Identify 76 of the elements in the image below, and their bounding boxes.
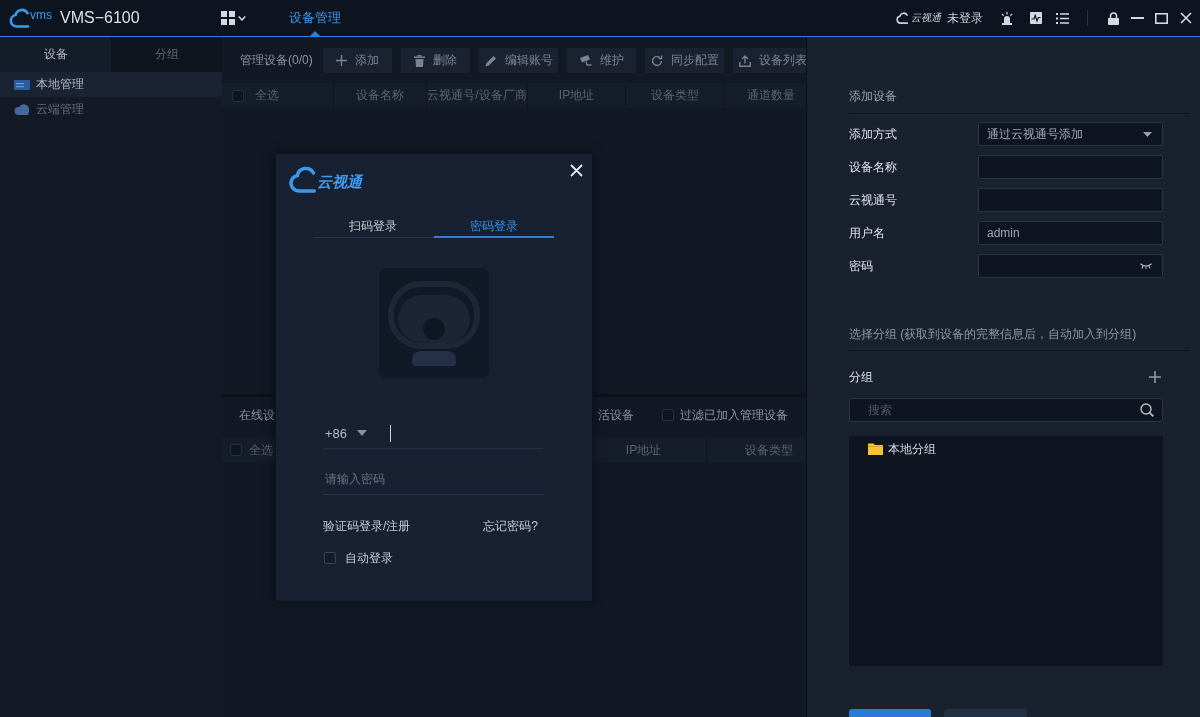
field-label: 添加方式: [849, 125, 898, 143]
plus-icon: [336, 55, 347, 66]
text-link[interactable]: 验证码登录/注册: [323, 518, 411, 534]
group-title: 分组: [849, 368, 873, 386]
edit-account-button[interactable]: 编辑账号: [479, 48, 558, 73]
folder-icon: [868, 443, 883, 455]
phone-number-field[interactable]: +86: [323, 418, 543, 449]
lock-icon[interactable]: [1108, 11, 1119, 25]
search-field[interactable]: 搜索: [849, 398, 1163, 422]
closed-eye-icon: [1140, 263, 1152, 269]
field-label: 设备名称: [849, 158, 898, 176]
app-title: VMS−6100: [60, 9, 140, 27]
nav-tab[interactable]: 设备管理: [287, 0, 343, 36]
logo-text: vms: [30, 7, 52, 22]
field-label: 密码: [849, 257, 874, 275]
cloud-logo-icon: [8, 8, 30, 28]
login-tab[interactable]: 扫码登录: [313, 216, 434, 238]
panel-title: 添加设备: [849, 88, 898, 105]
column-header: 设备名称: [333, 83, 426, 108]
alarm-light-icon[interactable]: [1001, 11, 1013, 25]
password-field[interactable]: 请输入密码: [323, 464, 544, 495]
maintenance-button[interactable]: 维护: [567, 48, 636, 73]
logo-text: 云视通: [317, 173, 362, 192]
dropdown-caret-icon: [1143, 131, 1152, 137]
sync-config-button[interactable]: 同步配置: [645, 48, 724, 73]
pulse-monitor-icon[interactable]: [1030, 12, 1042, 24]
column-header: 云视通号/设备厂商: [426, 83, 527, 108]
maximize-icon[interactable]: [1155, 12, 1168, 24]
grid-icon: [221, 11, 235, 25]
sidebar-item[interactable]: 云端管理: [0, 97, 222, 122]
column-header: 设备类型: [625, 83, 723, 108]
device-box-icon: [14, 79, 30, 90]
add-icon[interactable]: [1149, 371, 1161, 383]
checkbox[interactable]: [232, 89, 244, 102]
group-hint: 选择分组 (获取到设备的完整信息后，自动加入到分组): [849, 327, 1138, 341]
checkbox[interactable]: [230, 444, 242, 456]
checkbox[interactable]: [662, 409, 674, 421]
add-button[interactable]: 添加: [323, 48, 392, 73]
login-tab[interactable]: 密码登录: [433, 216, 554, 238]
checkbox[interactable]: [324, 552, 336, 564]
text-field[interactable]: [978, 155, 1163, 179]
trash-icon: [414, 54, 425, 67]
close-icon[interactable]: [1180, 12, 1192, 24]
auto-login-label[interactable]: 自动登录: [345, 549, 393, 567]
country-code-dropdown[interactable]: +86: [323, 425, 368, 441]
filter-label[interactable]: 过滤已加入管理设备: [680, 406, 788, 424]
list-icon[interactable]: [1056, 12, 1069, 24]
camera-icon: [379, 268, 489, 378]
column-header: IP地址: [527, 83, 625, 108]
refresh-icon: [650, 54, 663, 67]
device-action-button[interactable]: 活设备: [598, 406, 634, 424]
export-list-button[interactable]: 设备列表: [733, 48, 806, 73]
cloud-logo-icon: [287, 166, 317, 193]
text-link[interactable]: 忘记密码?: [483, 518, 538, 534]
close-icon[interactable]: [570, 164, 583, 177]
caret-icon: [238, 15, 246, 21]
text-field[interactable]: [978, 188, 1163, 212]
dropdown-caret-icon: [357, 430, 368, 436]
logo-text: 云视通: [911, 11, 941, 25]
cloud-icon: [14, 104, 30, 115]
delete-button[interactable]: 删除: [401, 48, 470, 73]
field-label: 用户名: [849, 224, 886, 242]
text-field[interactable]: admin: [978, 221, 1163, 245]
field-label: 云视通号: [849, 191, 898, 209]
section-title: 在线设: [239, 406, 275, 424]
password-field[interactable]: [978, 254, 1163, 278]
security-camera-icon: [579, 55, 592, 66]
cloud-logo-icon: [895, 12, 909, 24]
export-icon: [738, 54, 751, 67]
login-status[interactable]: 未登录: [947, 9, 983, 27]
search-icon[interactable]: [1140, 403, 1154, 417]
sidebar-item[interactable]: 本地管理: [0, 72, 222, 97]
tree-item-label[interactable]: 本地分组: [888, 440, 936, 458]
dropdown-field[interactable]: 通过云视通号添加: [978, 122, 1163, 146]
section-title: 管理设备(0/0): [240, 52, 314, 69]
pencil-icon: [484, 54, 497, 67]
